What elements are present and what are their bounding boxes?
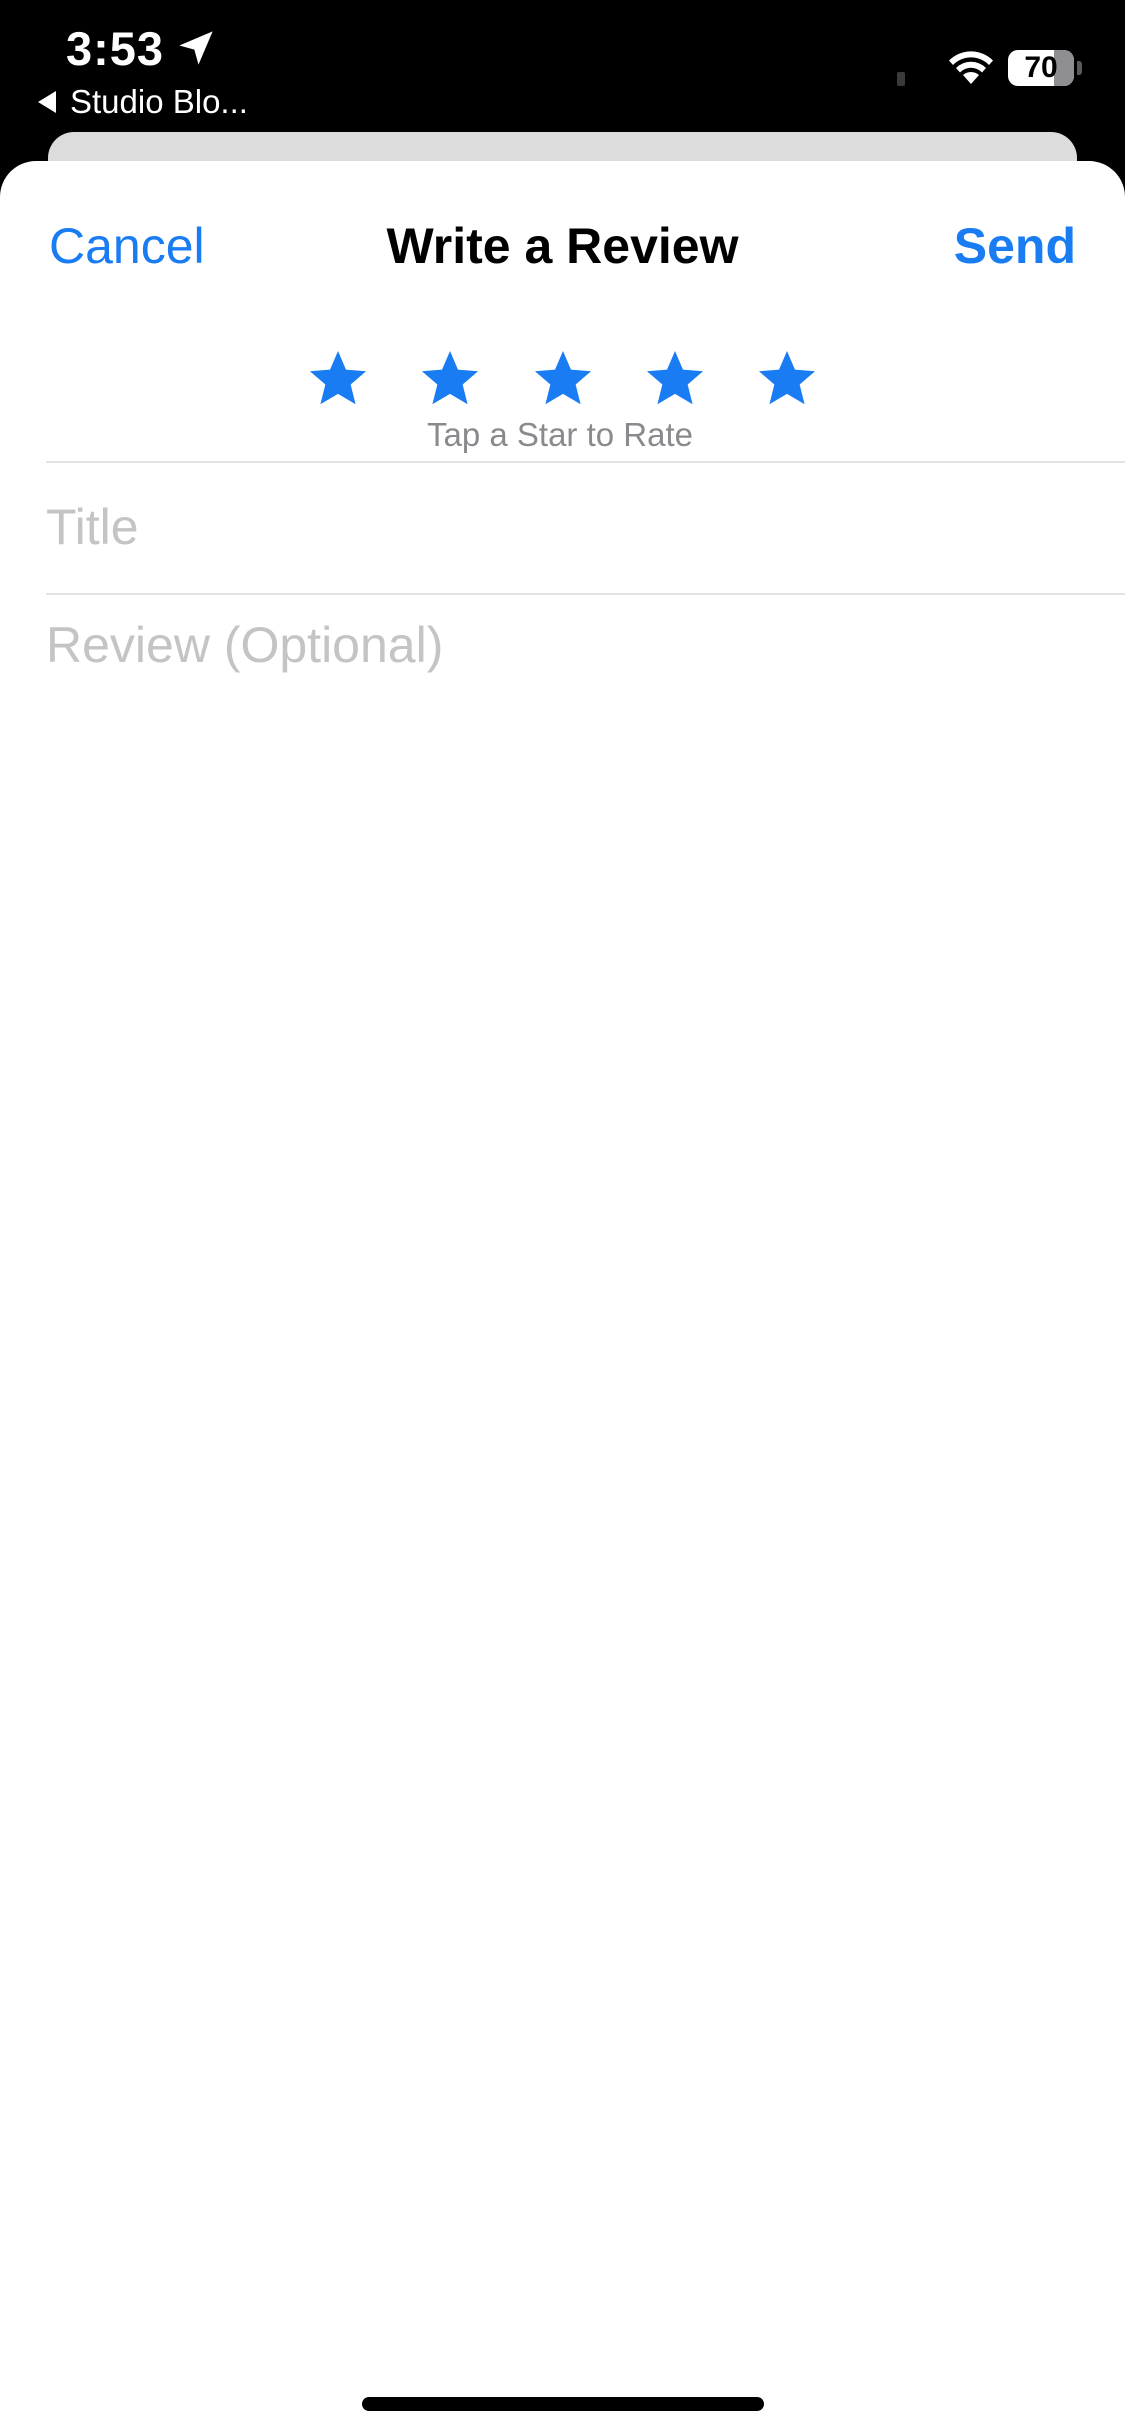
send-button[interactable]: Send: [954, 217, 1076, 275]
screen: 3:53 Studio Blo... 70 Cancel Write a Rev…: [0, 0, 1125, 2436]
review-input[interactable]: [46, 613, 1076, 2213]
status-time: 3:53: [66, 18, 216, 78]
title-input[interactable]: [46, 463, 1076, 591]
home-indicator[interactable]: [362, 2397, 764, 2411]
star-4-button[interactable]: [642, 346, 708, 412]
back-app-label: Studio Blo...: [70, 83, 248, 120]
nav-bar: Cancel Write a Review Send: [0, 161, 1125, 331]
battery-nub: [1077, 61, 1082, 75]
star-rating: [305, 346, 820, 416]
star-icon: [309, 350, 367, 405]
back-triangle-icon: [38, 91, 56, 113]
star-5-button[interactable]: [754, 346, 820, 412]
back-to-app-button[interactable]: Studio Blo...: [36, 80, 248, 124]
star-1-button[interactable]: [305, 346, 371, 412]
star-icon: [646, 350, 703, 405]
rating-hint: Tap a Star to Rate: [427, 416, 693, 453]
divider: [46, 593, 1125, 595]
cellular-signal-icon: [897, 72, 905, 86]
battery-icon: 70: [1008, 50, 1074, 86]
battery-level: 70: [1024, 51, 1058, 84]
star-3-button[interactable]: [530, 346, 596, 412]
star-icon: [422, 350, 479, 405]
status-time-text: 3:53: [66, 21, 165, 75]
location-arrow-icon: [179, 31, 213, 65]
star-icon: [534, 350, 591, 405]
star-2-button[interactable]: [417, 346, 483, 412]
star-icon: [758, 350, 816, 405]
wifi-icon: [949, 51, 993, 84]
review-sheet: Cancel Write a Review Send Tap a Star to…: [0, 161, 1125, 2436]
